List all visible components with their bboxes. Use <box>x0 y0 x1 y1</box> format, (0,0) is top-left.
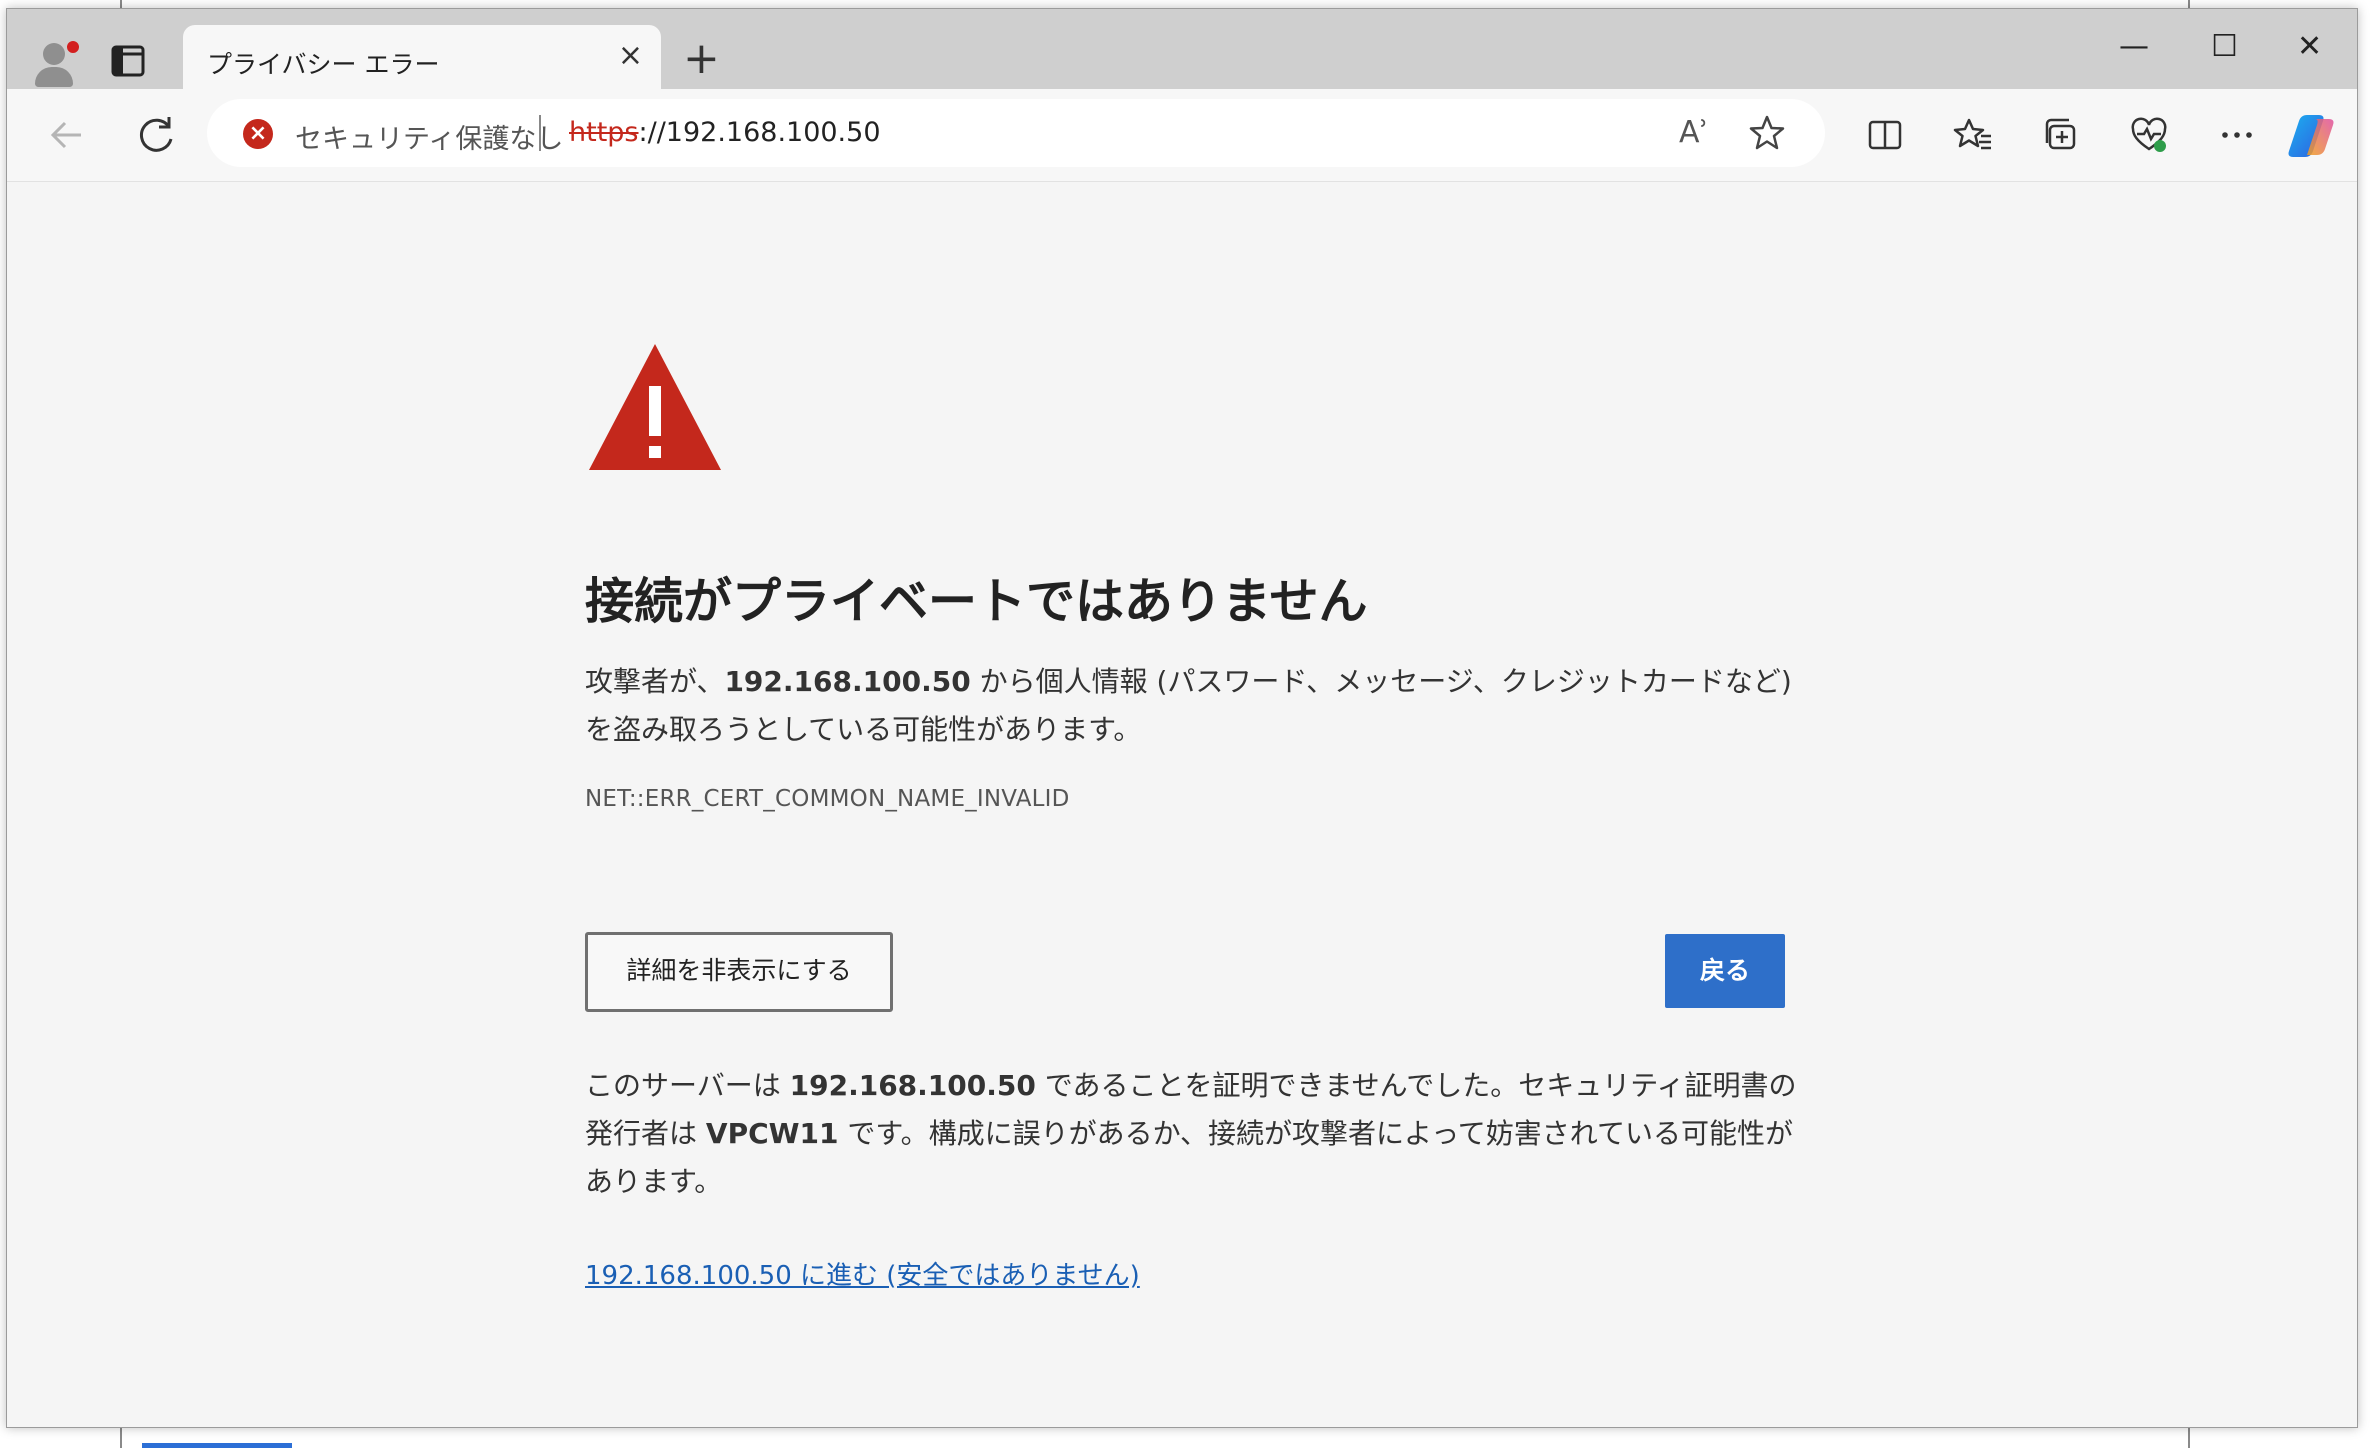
new-tab-button[interactable]: + <box>683 37 720 81</box>
copilot-icon[interactable] <box>2285 111 2337 159</box>
error-description: 攻撃者が、192.168.100.50 から個人情報 (パスワード、メッセージ、… <box>585 658 1805 754</box>
page-title: 接続がプライベートではありません <box>585 573 1368 630</box>
address-separator <box>539 115 541 151</box>
collections-icon[interactable] <box>2041 115 2081 155</box>
tab-title: プライバシー エラー <box>207 50 440 79</box>
background-right-edge <box>2356 60 2373 1448</box>
url-text[interactable]: https://192.168.100.50 <box>569 117 881 148</box>
minimize-button[interactable]: — <box>2119 27 2149 67</box>
back-button[interactable]: 戻る <box>1665 934 1785 1008</box>
url-scheme: https <box>569 117 639 148</box>
error-code[interactable]: NET::ERR_CERT_COMMON_NAME_INVALID <box>585 786 1070 812</box>
details-issuer: VPCW11 <box>705 1117 839 1150</box>
url-host: ://192.168.100.50 <box>638 117 881 148</box>
not-secure-icon[interactable]: × <box>243 119 273 149</box>
browser-window: プライバシー エラー × + — ☐ ✕ × セキュリティ保護なし https:… <box>6 8 2358 1428</box>
more-icon[interactable] <box>2217 115 2257 155</box>
proceed-unsafe-link[interactable]: 192.168.100.50 に進む (安全ではありません) <box>585 1255 1140 1292</box>
profile-icon[interactable] <box>25 29 89 93</box>
hide-details-button[interactable]: 詳細を非表示にする <box>585 932 893 1012</box>
back-arrow-icon[interactable] <box>41 109 93 161</box>
refresh-icon[interactable] <box>131 109 183 161</box>
browser-essentials-icon[interactable] <box>2129 115 2169 155</box>
address-bar[interactable]: × セキュリティ保護なし https://192.168.100.50 Aʾ <box>207 99 1825 167</box>
tab-close-icon[interactable]: × <box>618 41 643 71</box>
error-details: このサーバーは 192.168.100.50 であることを証明できませんでした。… <box>585 1062 1805 1206</box>
favorites-icon[interactable] <box>1953 115 1993 155</box>
background-taskbar-accent <box>142 1443 292 1448</box>
tab-privacy-error[interactable]: プライバシー エラー × <box>183 25 661 91</box>
details-host: 192.168.100.50 <box>789 1069 1036 1102</box>
close-window-button[interactable]: ✕ <box>2297 27 2322 67</box>
read-aloud-icon[interactable]: Aʾ <box>1679 115 1709 150</box>
favorite-star-icon[interactable] <box>1747 113 1787 153</box>
desc-pre: 攻撃者が、 <box>585 665 725 698</box>
desc-host: 192.168.100.50 <box>724 665 971 698</box>
tab-actions-icon[interactable] <box>107 39 151 83</box>
warning-triangle-icon <box>589 344 721 470</box>
security-label[interactable]: セキュリティ保護なし <box>295 117 563 156</box>
error-page: 接続がプライベートではありません 攻撃者が、192.168.100.50 から個… <box>7 182 2357 1427</box>
details-p1: このサーバーは <box>585 1069 790 1102</box>
tab-strip: プライバシー エラー × + — ☐ ✕ <box>7 9 2357 91</box>
browser-toolbar: × セキュリティ保護なし https://192.168.100.50 Aʾ <box>7 89 2357 182</box>
maximize-button[interactable]: ☐ <box>2211 27 2238 67</box>
split-screen-icon[interactable] <box>1865 115 1905 155</box>
